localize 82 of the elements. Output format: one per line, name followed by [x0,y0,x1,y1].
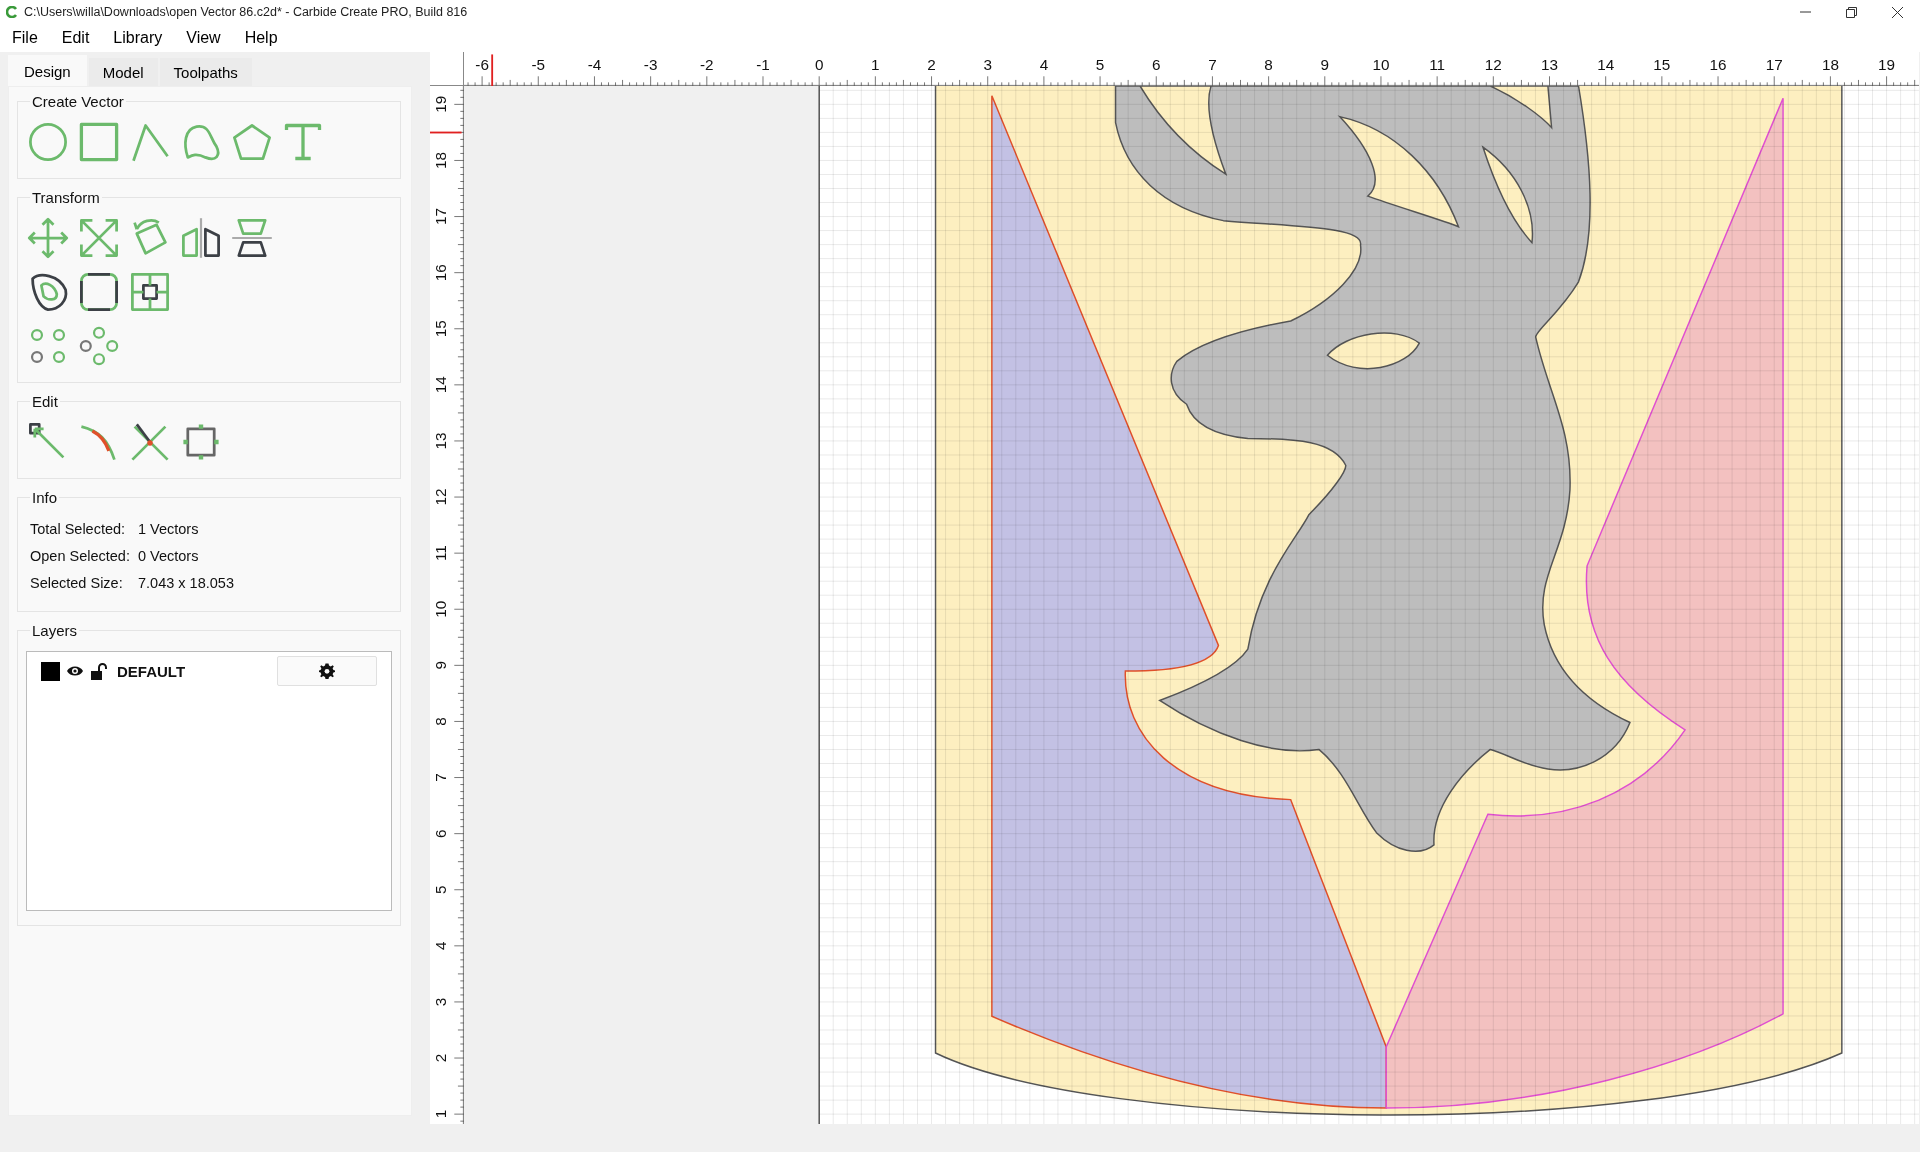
section-title: Info [31,489,59,506]
cursor-position-marker [491,53,494,86]
ruler-label: 6 [431,829,449,838]
align-icon[interactable] [128,270,172,314]
ruler-label: 13 [431,432,449,450]
ruler-label: 11 [1429,56,1446,74]
minimize-icon[interactable] [1799,11,1811,13]
ruler-label: 8 [431,717,449,726]
ruler-label: 6 [1152,56,1161,74]
ruler-label: 17 [1765,56,1783,74]
tab[interactable]: Design [8,55,87,86]
info-label: Open Selected: [30,548,131,565]
ruler-label: 3 [431,997,449,1007]
menu-item[interactable]: Help [236,27,286,49]
ruler-label: 13 [1541,56,1558,74]
ruler-label: -5 [531,56,546,74]
ruler-label: 2 [927,56,936,74]
ruler-label: -4 [587,56,602,74]
ruler-label: 5 [431,885,449,894]
info-label: Selected Size: [30,575,124,592]
ruler-label: 15 [1653,56,1671,74]
ruler-label: 18 [431,151,449,169]
menu-item[interactable]: View [178,27,229,49]
layer-color-swatch[interactable] [41,661,60,681]
ruler-label: 4 [431,941,449,951]
section-title: Transform [31,189,101,206]
ruler-label: 5 [1095,56,1105,74]
ruler-label: 14 [1597,56,1615,74]
eye-icon[interactable] [66,664,84,678]
ruler-label: 8 [1264,56,1273,74]
menu-item[interactable]: File [4,27,46,49]
ruler-label: 9 [431,661,449,670]
ruler-label: 12 [431,488,449,506]
ruler-label: 3 [983,56,992,74]
app-logo-icon [6,6,18,18]
rounded-corners-icon[interactable] [77,270,121,314]
ruler-label: 16 [1709,56,1727,74]
ruler-label: 2 [431,1053,449,1063]
ruler-label: -1 [756,56,770,74]
ruler-label: 16 [431,264,449,282]
tab[interactable]: Model [88,58,158,86]
info-value: 1 Vectors [138,521,199,538]
ruler-label: 17 [431,208,449,226]
ruler-label: 19 [1878,56,1896,74]
section-title: Layers [31,622,79,639]
ruler-label: 10 [1372,56,1390,74]
unlocked-padlock-icon[interactable] [90,662,107,680]
info-value: 7.043 x 18.053 [138,575,234,592]
ruler-label: 7 [1208,56,1217,74]
ruler-label: 1 [871,56,880,74]
ruler-label: 9 [1320,56,1330,74]
layer-settings-button[interactable] [277,656,377,686]
ruler-label: 7 [431,773,449,782]
ruler-label: 4 [1039,56,1049,74]
ruler-label: 10 [431,600,449,618]
restore-icon[interactable] [1845,6,1857,18]
ruler-label: 0 [814,56,824,74]
layer-name: DEFAULT [117,662,187,680]
ruler-label: 14 [431,376,449,394]
ruler-label: -6 [475,56,489,74]
mirror-horizontal-icon[interactable] [179,216,223,260]
window-title: C:\Users\willa\Downloads\open Vector 86.c2d* - Carbide Create PRO, Build 816 [24,5,469,19]
info-label: Total Selected: [30,521,127,538]
ruler-label: 18 [1821,56,1839,74]
menu-item[interactable]: Edit [53,27,98,49]
ruler-label: 11 [431,545,449,562]
section-title: Edit [31,393,59,410]
mirror-vertical-icon[interactable] [230,216,274,260]
ruler-label: -2 [700,56,714,74]
ruler-label: -3 [643,56,658,74]
section-title: Create Vector [31,93,125,110]
cursor-position-marker [430,131,463,134]
menu-item[interactable]: Library [105,27,171,49]
close-icon[interactable] [1891,6,1903,18]
circular-array-icon[interactable] [77,324,121,368]
ruler-label: 1 [431,1109,449,1119]
ruler-label: 19 [431,95,449,113]
settings-icon [319,663,335,679]
ruler-label: 15 [431,320,449,338]
info-value: 0 Vectors [138,548,199,565]
tab[interactable]: Toolpaths [159,58,252,86]
ruler-label: 12 [1484,56,1502,74]
